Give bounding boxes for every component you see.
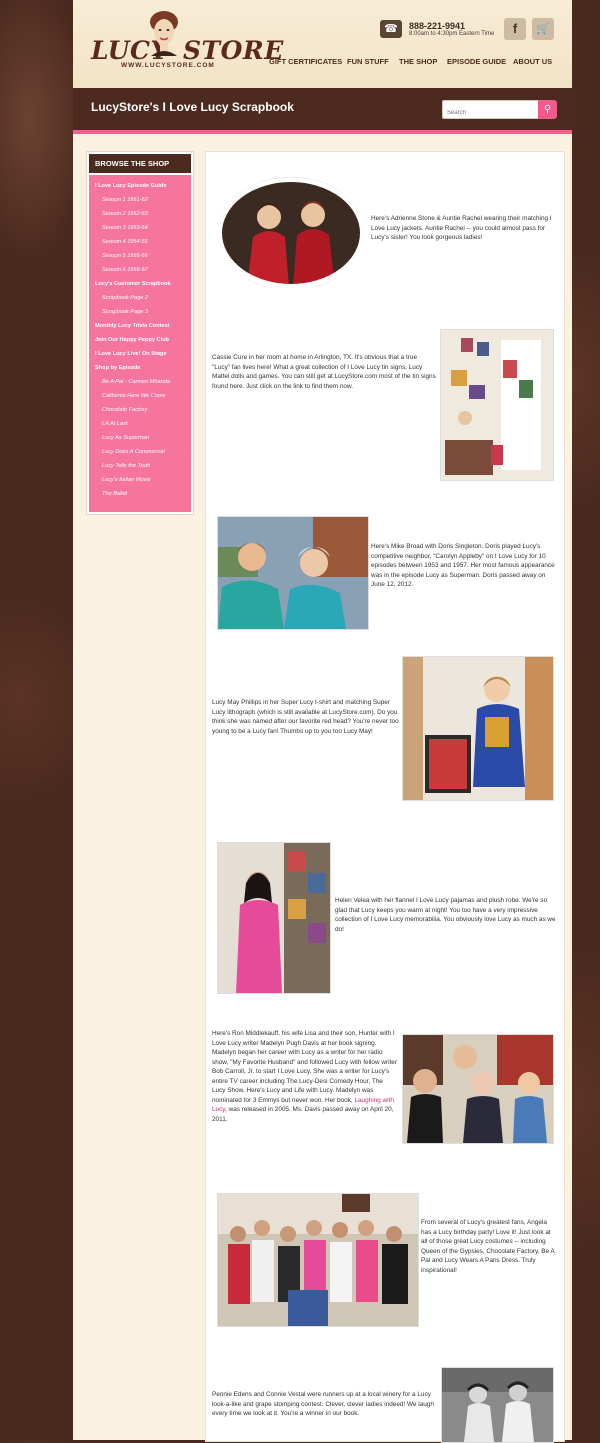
lucy-face-icon	[150, 11, 178, 56]
main-nav: GIFT CERTIFICATES FUN STUFF THE SHOP EPI…	[73, 57, 572, 69]
sidebar-heading: BROWSE THE SHOP	[89, 154, 191, 173]
photo-helen-velea-art	[218, 843, 330, 993]
sidebar-item-season-3[interactable]: Season 3 1953-54	[102, 225, 148, 231]
page-title: LucyStore's I Love Lucy Scrapbook	[91, 100, 294, 114]
phone-number[interactable]: 888-221-9941	[409, 21, 465, 31]
phone-icon: ☎	[380, 20, 402, 38]
pink-divider	[73, 130, 572, 134]
sidebar-item-season-2[interactable]: Season 2 1952-53	[102, 211, 148, 217]
site-header: LUCY STORE WWW.LUCYSTORE.COM ☎ 888-221-9…	[73, 0, 572, 88]
page: LUCY STORE WWW.LUCYSTORE.COM ☎ 888-221-9…	[73, 0, 572, 1443]
sidebar-item-live-on-stage[interactable]: I Love Lucy Live! On Stage	[95, 351, 167, 357]
scrapbook-content: Here's Adrienne Stone & Auntie Rachel we…	[205, 151, 565, 1443]
photo-pennie-connie-art	[442, 1368, 553, 1442]
nav-about-us[interactable]: ABOUT US	[513, 57, 552, 66]
photo-angela-party	[217, 1193, 419, 1327]
sidebar-item-chocolate-factory[interactable]: Chocolate Factory	[102, 407, 147, 413]
sidebar-item-season-4[interactable]: Season 4 1954-55	[102, 239, 148, 245]
sidebar-item-peppy-club[interactable]: Join Our Happy Peppy Club	[95, 337, 169, 343]
sidebar-menu: I Love Lucy Episode Guide Season 1 1951-…	[89, 175, 191, 512]
entry-8-text: Pennie Edens and Connie Vestal were runn…	[212, 1391, 434, 1417]
search-button[interactable]: ⚲	[538, 100, 557, 119]
photo-ron-madelyn	[402, 1034, 554, 1144]
nav-episode-guide[interactable]: EPISODE GUIDE	[447, 57, 506, 66]
cart-icon[interactable]: 🛒	[532, 18, 554, 40]
nav-the-shop[interactable]: THE SHOP	[399, 57, 437, 66]
sidebar-item-lucy-as-superman[interactable]: Lucy As Superman	[102, 435, 149, 441]
entry-7-text: From several of Lucy's greatest fans, An…	[421, 1219, 555, 1274]
photo-angela-party-art	[218, 1194, 418, 1326]
sidebar-item-commercial[interactable]: Lucy Does A Commercial	[102, 449, 165, 455]
sidebar-item-customer-scrapbook[interactable]: Lucy's Customer Scrapbook	[95, 281, 171, 287]
sidebar-item-shop-by-episode[interactable]: Shop by Episode	[95, 365, 140, 371]
photo-adrienne-rachel-art	[217, 177, 365, 290]
sidebar-item-scrapbook-3[interactable]: Scrapbook Page 3	[102, 309, 148, 315]
photo-pennie-connie	[441, 1367, 554, 1443]
sidebar-item-season-5[interactable]: Season 5 1955-56	[102, 253, 148, 259]
entry-1-text: Here's Adrienne Stone & Auntie Rachel we…	[371, 215, 552, 241]
nav-fun-stuff[interactable]: FUN STUFF	[347, 57, 389, 66]
entry-5-text: Helen Velea with her flannel I Love Lucy…	[335, 897, 556, 933]
sidebar-item-la-at-last[interactable]: LA At Last	[102, 421, 127, 427]
sidebar-item-trivia-contest[interactable]: Monthly Lucy Trivia Contest	[95, 323, 170, 329]
sidebar-item-tells-truth[interactable]: Lucy Tells the Truth	[102, 463, 150, 469]
sidebar-item-be-a-pal[interactable]: Be A Pal - Carmen Miranda	[102, 379, 170, 385]
photo-ron-madelyn-art	[403, 1035, 553, 1143]
sidebar-item-scrapbook-2[interactable]: Scrapbook Page 2	[102, 295, 148, 301]
sidebar-item-ballet[interactable]: The Ballet	[102, 491, 127, 497]
title-band: LucyStore's I Love Lucy Scrapbook ⚲	[73, 88, 572, 130]
nav-gift-certificates[interactable]: GIFT CERTIFICATES	[269, 57, 342, 66]
entry-6-text: Here's Ron Middlekauff, his wife Lisa an…	[212, 1029, 398, 1124]
entry-4-text: Lucy May Phillips in her Super Lucy t-sh…	[212, 699, 399, 735]
photo-cassie-room-art	[441, 330, 553, 480]
entry-3-text: Here's Mike Broad with Doris Singleton. …	[371, 543, 555, 588]
search-box	[442, 100, 539, 122]
search-input[interactable]	[443, 104, 539, 122]
entry-6-text-after: , was released in 2005. Ms. Davis passed…	[212, 1106, 394, 1123]
photo-helen-velea	[217, 842, 331, 994]
photo-adrienne-rachel	[217, 177, 365, 290]
photo-cassie-room	[440, 329, 554, 481]
search-icon: ⚲	[543, 104, 552, 115]
phone-hours: 8:00am to 4:30pm Eastern Time	[409, 31, 495, 37]
sidebar-item-episode-guide[interactable]: I Love Lucy Episode Guide	[95, 183, 167, 189]
sidebar-item-season-6[interactable]: Season 6 1956-57	[102, 267, 148, 273]
photo-mike-doris-art	[218, 517, 368, 629]
entry-6-text-before: Here's Ron Middlekauff, his wife Lisa an…	[212, 1030, 397, 1104]
sidebar-item-season-1[interactable]: Season 1 1951-52	[102, 197, 148, 203]
facebook-icon[interactable]: f	[504, 18, 526, 40]
photo-mike-doris	[217, 516, 369, 630]
browse-sidebar: BROWSE THE SHOP I Love Lucy Episode Guid…	[86, 151, 194, 515]
photo-lucy-may-art	[403, 657, 553, 800]
sidebar-item-california[interactable]: California Here We Come	[102, 393, 166, 399]
entry-2-text: Cassie Cure in her room at home in Arlin…	[212, 354, 436, 390]
photo-lucy-may	[402, 656, 554, 801]
sidebar-item-italian-movie[interactable]: Lucy's Italian Movie	[102, 477, 151, 483]
